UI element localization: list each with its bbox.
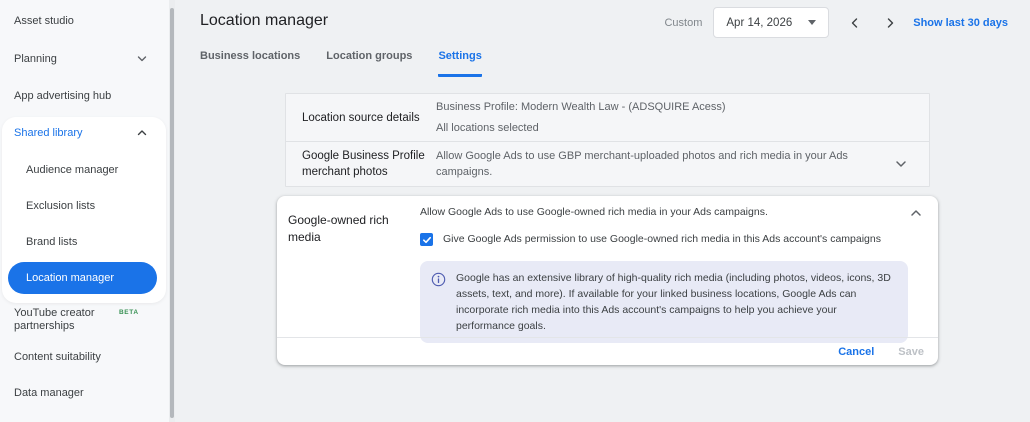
- card-label: Google-owned rich media: [288, 212, 406, 246]
- sidebar-item-youtube-creator-partnerships[interactable]: YouTube creator partnerships: [14, 307, 114, 333]
- info-panel-text: Google has an extensive library of high-…: [456, 270, 896, 334]
- checkbox-label: Give Google Ads permission to use Google…: [443, 232, 881, 247]
- show-last-30-days-link[interactable]: Show last 30 days: [913, 17, 1008, 29]
- sidebar-item-label: Location manager: [26, 272, 114, 284]
- google-ads-location-manager-page: Asset studio Planning App advertising hu…: [0, 0, 1030, 422]
- tab-location-groups[interactable]: Location groups: [326, 50, 412, 77]
- settings-rows: Location source details Business Profile…: [285, 93, 930, 187]
- date-picker-dropdown[interactable]: Apr 14, 2026: [713, 7, 829, 38]
- card-content: Allow Google Ads to use Google-owned ric…: [420, 205, 908, 343]
- cancel-button[interactable]: Cancel: [838, 346, 874, 358]
- sidebar-item-shared-library[interactable]: Shared library: [14, 127, 82, 140]
- info-panel: Google has an extensive library of high-…: [420, 261, 908, 343]
- info-icon: [431, 272, 446, 287]
- locations-selected-value: All locations selected: [436, 120, 913, 136]
- sidebar-item-content-suitability[interactable]: Content suitability: [14, 351, 101, 364]
- sidebar-scrollbar-thumb[interactable]: [170, 8, 174, 418]
- row-label: Google Business Profile merchant photos: [302, 148, 436, 180]
- sidebar-item-audience-manager[interactable]: Audience manager: [26, 164, 118, 177]
- sidebar-item-brand-lists[interactable]: Brand lists: [26, 236, 77, 249]
- sidebar: Asset studio Planning App advertising hu…: [0, 0, 169, 422]
- tab-bar: Business locations Location groups Setti…: [200, 50, 482, 77]
- chevron-right-icon: [884, 17, 896, 29]
- chevron-up-icon[interactable]: [136, 127, 148, 139]
- sidebar-item-data-manager[interactable]: Data manager: [14, 387, 84, 400]
- card-footer: Cancel Save: [277, 337, 938, 365]
- merchant-photos-row[interactable]: Google Business Profile merchant photos …: [286, 141, 929, 186]
- date-value: Apr 14, 2026: [726, 17, 792, 29]
- checkbox-checked-icon[interactable]: [420, 233, 433, 246]
- chevron-up-icon[interactable]: [908, 205, 924, 221]
- sidebar-item-location-manager[interactable]: Location manager: [8, 262, 157, 294]
- save-button[interactable]: Save: [898, 346, 924, 358]
- location-source-value: Business Profile: Modern Wealth Law - (A…: [436, 99, 913, 115]
- sidebar-item-exclusion-lists[interactable]: Exclusion lists: [26, 200, 95, 213]
- google-owned-rich-media-card: Google-owned rich media Allow Google Ads…: [277, 196, 938, 365]
- date-range-type-label: Custom: [664, 17, 702, 29]
- chevron-left-icon: [849, 17, 861, 29]
- location-source-details-row[interactable]: Location source details Business Profile…: [286, 94, 929, 141]
- chevron-down-icon[interactable]: [893, 156, 909, 172]
- chevron-down-icon[interactable]: [136, 53, 148, 65]
- next-period-button[interactable]: [881, 14, 899, 32]
- previous-period-button[interactable]: [846, 14, 864, 32]
- sidebar-item-app-advertising-hub[interactable]: App advertising hub: [14, 90, 111, 103]
- rich-media-permission-row[interactable]: Give Google Ads permission to use Google…: [420, 232, 908, 247]
- sidebar-item-asset-studio[interactable]: Asset studio: [14, 15, 74, 28]
- sidebar-item-planning[interactable]: Planning: [14, 53, 57, 66]
- rich-media-description: Allow Google Ads to use Google-owned ric…: [420, 205, 908, 219]
- caret-down-icon: [808, 20, 816, 25]
- merchant-photos-description: Allow Google Ads to use GBP merchant-upl…: [436, 148, 885, 180]
- date-range-controls: Custom Apr 14, 2026 Show last 30 days: [664, 7, 1008, 38]
- row-label: Location source details: [302, 110, 436, 126]
- tab-settings[interactable]: Settings: [438, 50, 481, 77]
- checkmark-icon: [422, 235, 432, 245]
- sidebar-scrollbar-track: [169, 0, 175, 422]
- beta-badge: BETA: [119, 309, 139, 316]
- page-title: Location manager: [200, 12, 328, 30]
- tab-business-locations[interactable]: Business locations: [200, 50, 300, 77]
